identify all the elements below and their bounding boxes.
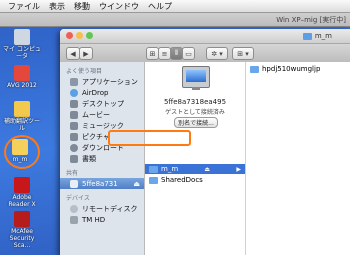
desktop-icon-translate[interactable]: 補助翻訳ツール xyxy=(2,101,42,132)
view-coverflow-button[interactable]: ▭ xyxy=(182,47,195,60)
desktop-icon-adobe-reader[interactable]: Adobe Reader X xyxy=(2,177,42,208)
desktop-icon-label: マイ コンピュータ xyxy=(3,46,41,60)
list-item-label: m_m xyxy=(161,165,179,173)
menu-help[interactable]: ヘルプ xyxy=(148,1,172,12)
menu-window[interactable]: ウインドウ xyxy=(99,1,139,12)
adobe-reader-icon xyxy=(14,177,30,193)
airdrop-icon xyxy=(70,88,78,97)
music-icon xyxy=(70,121,78,130)
computer-monitor-icon xyxy=(182,66,210,90)
disclosure-arrow-icon: ▶ xyxy=(236,165,241,173)
action-menu-button[interactable]: ✲ ▾ xyxy=(206,47,228,60)
desktop-icon-label: 補助翻訳ツール xyxy=(3,118,40,132)
desktop-icon xyxy=(70,99,78,108)
documents-icon xyxy=(70,154,78,163)
list-item-shareddocs[interactable]: SharedDocs xyxy=(145,175,245,185)
folder-icon xyxy=(250,65,259,73)
sidebar-item-documents[interactable]: 書類 xyxy=(60,153,144,164)
desktop-icon-avg[interactable]: AVG 2012 xyxy=(2,65,42,89)
remote-disc-icon xyxy=(70,204,78,213)
finder-titlebar[interactable]: m_m xyxy=(60,29,350,44)
network-computer-icon xyxy=(70,179,78,188)
orange-highlight-box xyxy=(108,130,191,146)
menubar: ファイル 表示 移動 ウインドウ ヘルプ xyxy=(0,0,350,13)
sidebar-item-label: 5ffe8a731 xyxy=(82,179,118,188)
finder-sidebar: よく使う項目 アプリケーション AirDrop デスクトップ ムービー ミュージ… xyxy=(60,62,145,255)
finder-window: m_m ◀ ▶ ⊞ ≡ ⫴ ▭ ✲ ▾ ⊞ ▾ よく使う項目 アプリケーション … xyxy=(60,29,350,255)
back-button[interactable]: ◀ xyxy=(66,47,80,60)
window-controls xyxy=(66,32,93,39)
shared-computer-name: 5ffe8a7318ea495 xyxy=(163,98,227,106)
avg-icon xyxy=(14,65,30,81)
finder-toolbar: ◀ ▶ ⊞ ≡ ⫴ ▭ ✲ ▾ ⊞ ▾ xyxy=(60,44,350,63)
sidebar-item-movies[interactable]: ムービー xyxy=(60,109,144,120)
desktop-icon-my-computer[interactable]: マイ コンピュータ xyxy=(2,29,42,60)
eject-icon[interactable]: ⏏ xyxy=(204,166,210,173)
sidebar-item-shared-computer[interactable]: 5ffe8a731 ⏏ xyxy=(60,178,144,189)
zoom-icon[interactable] xyxy=(86,32,93,39)
sidebar-item-airdrop[interactable]: AirDrop xyxy=(60,87,144,98)
browser-column-2: hpdj510wumgljp xyxy=(246,62,350,255)
applications-icon xyxy=(70,77,78,86)
sidebar-item-label: リモートディスク xyxy=(82,204,138,213)
sidebar-item-applications[interactable]: アプリケーション xyxy=(60,76,144,87)
sidebar-item-label: ムービー xyxy=(82,110,110,119)
finder-title: m_m xyxy=(302,32,332,40)
desktop-icon-label: Adobe Reader X xyxy=(8,194,36,208)
connection-status: ゲストとして接続済み xyxy=(165,109,225,116)
minimize-icon[interactable] xyxy=(76,32,83,39)
sidebar-heading-devices: デバイス xyxy=(66,195,90,202)
sidebar-item-label: ピクチャ xyxy=(82,132,110,141)
connect-as-button[interactable]: 別名で接続... xyxy=(174,117,218,128)
list-item-label: SharedDocs xyxy=(161,176,203,184)
sidebar-item-label: アプリケーション xyxy=(82,77,138,86)
sidebar-item-remote-disc[interactable]: リモートディスク xyxy=(60,203,144,214)
forward-button[interactable]: ▶ xyxy=(79,47,93,60)
downloads-icon xyxy=(70,143,78,152)
menu-go[interactable]: 移動 xyxy=(74,1,90,12)
eject-icon[interactable]: ⏏ xyxy=(133,180,140,188)
menu-view[interactable]: 表示 xyxy=(49,1,65,12)
sidebar-item-label: ミュージック xyxy=(82,121,124,130)
mcafee-icon xyxy=(14,211,30,227)
sidebar-item-tm-hd[interactable]: TM HD xyxy=(60,214,144,225)
list-item-label: hpdj510wumgljp xyxy=(262,65,321,73)
movies-icon xyxy=(70,110,78,119)
computer-icon xyxy=(14,29,30,45)
list-item-m-m[interactable]: m_m ⏏ ▶ xyxy=(145,164,245,174)
desktop-icon-label: AVG 2012 xyxy=(7,82,37,89)
finder-title-text: m_m xyxy=(314,32,332,40)
arrange-menu-button[interactable]: ⊞ ▾ xyxy=(232,47,254,60)
vm-window-titlebar[interactable]: Win XP–mig [実行中] xyxy=(0,13,350,27)
vm-window-title: Win XP–mig [実行中] xyxy=(276,16,346,24)
sidebar-item-label: 書類 xyxy=(82,154,96,163)
browser-column-1: 5ffe8a7318ea495 ゲストとして接続済み 別名で接続... m_m … xyxy=(145,62,246,255)
sidebar-item-desktop[interactable]: デスクトップ xyxy=(60,98,144,109)
folder-icon xyxy=(302,32,312,40)
menu-file[interactable]: ファイル xyxy=(8,1,40,12)
orange-circle-highlight xyxy=(4,135,40,169)
sidebar-item-label: デスクトップ xyxy=(82,99,124,108)
sidebar-heading-shared: 共有 xyxy=(66,170,79,177)
list-item-hpdj510[interactable]: hpdj510wumgljp xyxy=(246,64,350,74)
shared-folder-icon xyxy=(149,165,158,173)
drive-icon xyxy=(70,215,78,224)
sidebar-heading-favorites: よく使う項目 xyxy=(66,68,103,75)
shared-folder-icon xyxy=(149,176,158,184)
close-icon[interactable] xyxy=(66,32,73,39)
desktop-icon-mcafee[interactable]: McAfee Security Sca... xyxy=(2,211,42,249)
sidebar-item-label: TM HD xyxy=(82,215,106,224)
desktop-icon-label: McAfee Security Sca... xyxy=(9,228,35,249)
sidebar-item-label: AirDrop xyxy=(82,88,109,97)
translate-tool-icon xyxy=(14,101,30,117)
pictures-icon xyxy=(70,132,78,141)
